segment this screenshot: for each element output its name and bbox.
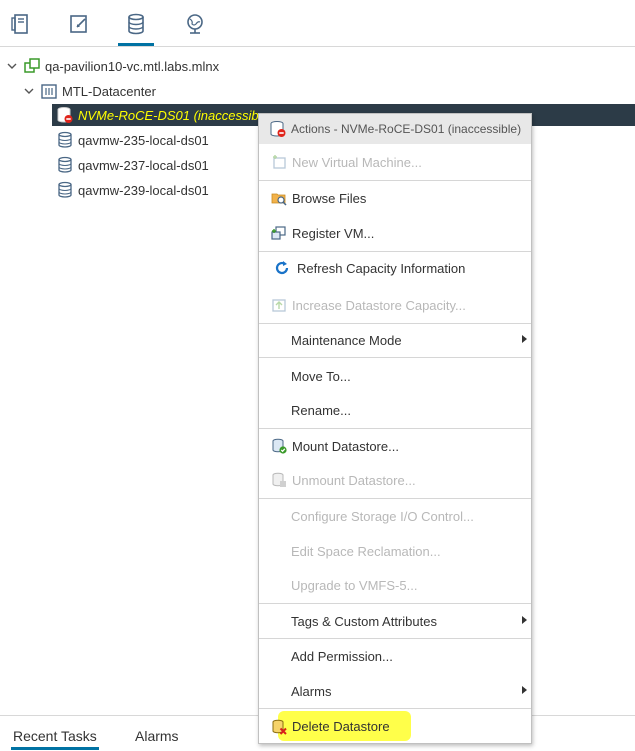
tree-node-datastore[interactable]: qavmw-235-local-ds01 bbox=[56, 129, 209, 151]
storage-icon bbox=[128, 13, 144, 35]
tree-node-datastore[interactable]: qavmw-237-local-ds01 bbox=[56, 154, 209, 176]
menu-item-label: Delete Datastore bbox=[292, 719, 390, 734]
datastore-label: qavmw-235-local-ds01 bbox=[78, 132, 209, 148]
menu-item-add-permission[interactable]: Add Permission... bbox=[259, 641, 531, 671]
menu-item-label: Upgrade to VMFS-5... bbox=[291, 577, 418, 593]
hosts-clusters-tab[interactable] bbox=[7, 10, 35, 38]
tree-node-datastore[interactable]: qavmw-239-local-ds01 bbox=[56, 179, 209, 201]
unmount-datastore-icon bbox=[270, 471, 288, 489]
datastore-icon bbox=[56, 131, 74, 149]
menu-item-label: Unmount Datastore... bbox=[292, 472, 416, 488]
menu-separator bbox=[259, 357, 531, 358]
vms-templates-icon bbox=[70, 15, 87, 33]
refresh-icon bbox=[273, 259, 291, 277]
datastore-icon bbox=[56, 181, 74, 199]
hosts-clusters-icon bbox=[11, 14, 28, 34]
menu-item-configure-sioc[interactable]: Configure Storage I/O Control... bbox=[259, 501, 531, 531]
menu-item-alarms[interactable]: Alarms bbox=[259, 676, 531, 706]
datastore-label: qavmw-237-local-ds01 bbox=[78, 157, 209, 173]
vms-templates-tab[interactable] bbox=[65, 10, 93, 38]
menu-item-label: Mount Datastore... bbox=[292, 438, 399, 454]
menu-item-label: Rename... bbox=[291, 402, 351, 418]
menu-item-unmount-datastore[interactable]: Unmount Datastore... bbox=[259, 465, 531, 495]
vcenter-label: qa-pavilion10-vc.mtl.labs.mlnx bbox=[45, 58, 220, 74]
menu-item-delete-datastore[interactable]: Delete Datastore bbox=[259, 711, 531, 742]
networking-tab[interactable] bbox=[181, 10, 209, 38]
menu-separator bbox=[259, 638, 531, 639]
menu-item-move-to[interactable]: Move To... bbox=[259, 361, 531, 391]
menu-item-browse-files[interactable]: Browse Files bbox=[259, 183, 531, 213]
datastore-icon bbox=[56, 156, 74, 174]
menu-item-label: Register VM... bbox=[292, 225, 375, 241]
top-nav-tabs bbox=[0, 0, 635, 47]
menu-item-label: Increase Datastore Capacity... bbox=[292, 297, 466, 313]
datastore-error-icon bbox=[56, 106, 74, 124]
browse-files-icon bbox=[270, 189, 288, 207]
menu-item-label: Add Permission... bbox=[291, 648, 393, 664]
menu-item-label: New Virtual Machine... bbox=[292, 154, 422, 170]
tree-node-datacenter[interactable]: MTL-Datacenter bbox=[22, 80, 156, 102]
menu-item-mount-datastore[interactable]: Mount Datastore... bbox=[259, 431, 531, 461]
menu-item-upgrade-vmfs[interactable]: Upgrade to VMFS-5... bbox=[259, 570, 531, 600]
menu-item-label: Alarms bbox=[291, 683, 332, 699]
menu-separator bbox=[259, 708, 531, 709]
increase-capacity-icon bbox=[270, 296, 288, 314]
menu-item-edit-space-reclamation[interactable]: Edit Space Reclamation... bbox=[259, 536, 531, 566]
datastore-label: qavmw-239-local-ds01 bbox=[78, 182, 209, 198]
menu-item-refresh-capacity[interactable]: Refresh Capacity Information bbox=[259, 253, 531, 283]
menu-separator bbox=[259, 180, 531, 181]
menu-separator bbox=[259, 251, 531, 252]
context-menu: Actions - NVMe-RoCE-DS01 (inaccessible) … bbox=[258, 113, 532, 744]
submenu-arrow-icon bbox=[522, 616, 527, 624]
menu-item-tags-attributes[interactable]: Tags & Custom Attributes bbox=[259, 606, 531, 636]
menu-item-label: Tags & Custom Attributes bbox=[291, 613, 437, 629]
alarms-tab[interactable]: Alarms bbox=[135, 728, 179, 744]
menu-item-new-vm[interactable]: New Virtual Machine... bbox=[259, 147, 531, 177]
menu-separator bbox=[259, 428, 531, 429]
chevron-down-icon[interactable] bbox=[22, 84, 36, 98]
submenu-arrow-icon bbox=[522, 686, 527, 694]
mount-datastore-icon bbox=[270, 437, 288, 455]
menu-item-register-vm[interactable]: Register VM... bbox=[259, 218, 531, 248]
menu-item-label: Browse Files bbox=[292, 190, 367, 206]
datacenter-label: MTL-Datacenter bbox=[62, 83, 156, 99]
datacenter-icon bbox=[40, 82, 58, 100]
menu-item-increase-capacity[interactable]: Increase Datastore Capacity... bbox=[259, 290, 531, 320]
datastore-label: NVMe-RoCE-DS01 (inaccessib bbox=[78, 107, 259, 123]
context-menu-title: Actions - NVMe-RoCE-DS01 (inaccessible) bbox=[291, 122, 522, 136]
menu-item-label: Edit Space Reclamation... bbox=[291, 543, 441, 559]
new-vm-icon bbox=[270, 153, 288, 171]
menu-separator bbox=[259, 323, 531, 324]
delete-datastore-icon bbox=[270, 718, 288, 736]
vcenter-icon bbox=[23, 57, 41, 75]
menu-item-label: Configure Storage I/O Control... bbox=[291, 508, 474, 524]
storage-tab[interactable] bbox=[118, 10, 154, 46]
recent-tasks-tab[interactable]: Recent Tasks bbox=[11, 728, 99, 750]
chevron-down-icon[interactable] bbox=[5, 59, 19, 73]
menu-item-label: Refresh Capacity Information bbox=[297, 260, 466, 276]
tree-node-vcenter[interactable]: qa-pavilion10-vc.mtl.labs.mlnx bbox=[5, 55, 219, 77]
register-vm-icon bbox=[270, 224, 288, 242]
menu-item-maintenance-mode[interactable]: Maintenance Mode bbox=[259, 325, 531, 355]
menu-item-label: Maintenance Mode bbox=[291, 332, 402, 348]
menu-item-rename[interactable]: Rename... bbox=[259, 395, 531, 425]
menu-separator bbox=[259, 603, 531, 604]
networking-icon bbox=[187, 14, 203, 34]
datastore-error-icon bbox=[269, 120, 287, 138]
context-menu-header: Actions - NVMe-RoCE-DS01 (inaccessible) bbox=[259, 114, 531, 144]
menu-separator bbox=[259, 498, 531, 499]
submenu-arrow-icon bbox=[522, 335, 527, 343]
menu-item-label: Move To... bbox=[291, 368, 351, 384]
